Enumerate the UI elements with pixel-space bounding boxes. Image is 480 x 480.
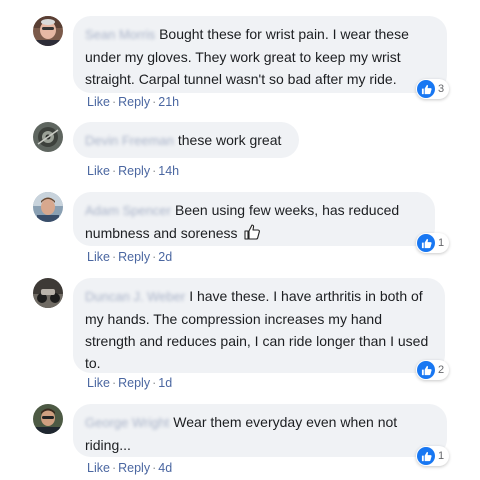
like-link[interactable]: Like	[87, 461, 110, 475]
timestamp[interactable]: 4d	[158, 461, 172, 475]
timestamp[interactable]: 2d	[158, 250, 172, 264]
avatar[interactable]	[33, 192, 63, 222]
separator: ·	[111, 164, 117, 178]
comment-bubble: Adam Spencer Been using few weeks, has re…	[73, 192, 435, 246]
like-reaction-icon	[417, 234, 435, 252]
comment-author[interactable]: Devin Freeman	[85, 133, 174, 148]
like-reaction-icon	[417, 447, 435, 465]
separator: ·	[111, 95, 117, 109]
comment-author[interactable]: George Wright	[85, 415, 169, 430]
avatar[interactable]	[33, 404, 63, 434]
like-link[interactable]: Like	[87, 250, 110, 264]
reply-link[interactable]: Reply	[118, 250, 150, 264]
avatar[interactable]	[33, 122, 63, 152]
comment-bubble: Sean Morris Bought these for wrist pain. …	[73, 16, 447, 93]
comment-actions: Like · Reply · 1d	[87, 376, 172, 390]
comment-bubble: Devin Freeman these work great	[73, 122, 299, 158]
timestamp[interactable]: 1d	[158, 376, 172, 390]
like-link[interactable]: Like	[87, 164, 110, 178]
reply-link[interactable]: Reply	[118, 164, 150, 178]
thumbs-up-emoji-icon	[243, 223, 261, 247]
reaction-count[interactable]: 1	[416, 233, 450, 253]
reaction-count[interactable]: 3	[416, 79, 450, 99]
comment-actions: Like · Reply · 4d	[87, 461, 172, 475]
reply-link[interactable]: Reply	[118, 95, 150, 109]
reaction-count[interactable]: 2	[416, 360, 450, 380]
comment-author[interactable]: Duncan J. Weber	[85, 289, 185, 304]
comment-bubble: George Wright Wear them everyday even whe…	[73, 404, 447, 457]
separator: ·	[111, 376, 117, 390]
comment-actions: Like · Reply · 14h	[87, 164, 179, 178]
comment-actions: Like · Reply · 2d	[87, 250, 172, 264]
comment-bubble: Duncan J. Weber I have these. I have arth…	[73, 278, 445, 373]
reply-link[interactable]: Reply	[118, 376, 150, 390]
comment-author[interactable]: Sean Morris	[85, 27, 155, 42]
like-reaction-icon	[417, 361, 435, 379]
separator: ·	[111, 461, 117, 475]
avatar[interactable]	[33, 16, 63, 46]
like-link[interactable]: Like	[87, 376, 110, 390]
timestamp[interactable]: 14h	[158, 164, 179, 178]
reaction-count[interactable]: 1	[416, 446, 450, 466]
separator: ·	[111, 250, 117, 264]
timestamp[interactable]: 21h	[158, 95, 179, 109]
comment-actions: Like · Reply · 21h	[87, 95, 179, 109]
avatar[interactable]	[33, 278, 63, 308]
like-reaction-icon	[417, 80, 435, 98]
comment-text: these work great	[177, 132, 282, 148]
comment-author[interactable]: Adam Spencer	[85, 203, 171, 218]
like-link[interactable]: Like	[87, 95, 110, 109]
reply-link[interactable]: Reply	[118, 461, 150, 475]
